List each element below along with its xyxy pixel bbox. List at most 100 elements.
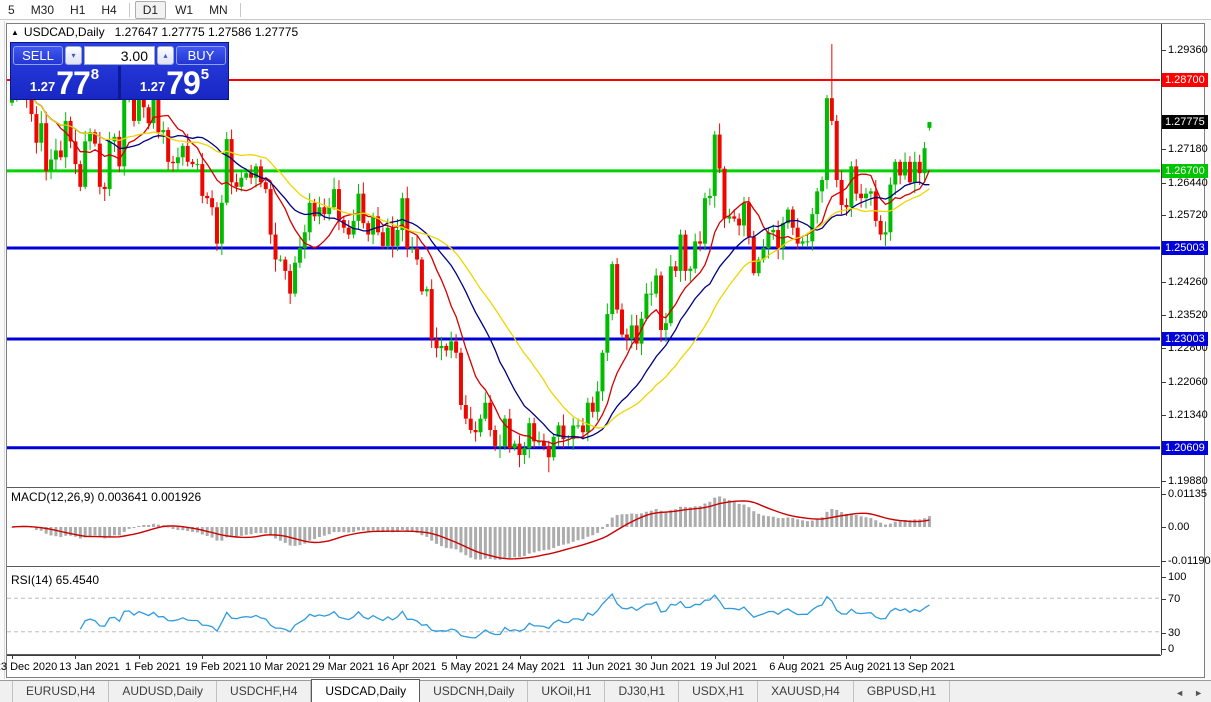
tab-dj30-h1[interactable]: DJ30,H1: [605, 681, 680, 702]
candle-body: [922, 148, 927, 174]
candle-body: [620, 309, 624, 335]
macd-hist-bar: [737, 503, 741, 527]
date-axis-tick: [587, 656, 589, 659]
macd-hist-bar: [352, 527, 356, 533]
macd-hist-bar: [469, 527, 473, 558]
tab-ukoil-h1[interactable]: UKOil,H1: [528, 681, 606, 702]
timeframe-button-d1[interactable]: D1: [134, 0, 167, 19]
candle-body: [224, 139, 229, 203]
price-axis-tick: [1162, 480, 1166, 482]
macd-axis-tick: [1162, 527, 1166, 528]
ma-line-10: [11, 86, 930, 445]
candle-body: [161, 130, 166, 133]
timeframe-button-w1[interactable]: W1: [168, 2, 200, 18]
tab-xauusd-h4[interactable]: XAUUSD,H4: [758, 681, 854, 702]
date-axis-label: 19 Jul 2021: [700, 661, 758, 673]
tab-eurusd-h4[interactable]: EURUSD,H4: [12, 681, 110, 702]
toolbar-separator: [128, 2, 130, 17]
candle-body: [239, 177, 244, 187]
timeframe-button-mn[interactable]: MN: [202, 2, 235, 18]
price-chart-canvas[interactable]: [7, 40, 1160, 483]
macd-hist-bar: [786, 517, 790, 527]
candle-body: [410, 248, 415, 250]
macd-hist-bar: [835, 509, 839, 527]
macd-pane: MACD(12,26,9) 0.003641 0.001926: [7, 487, 1160, 567]
mt4-terminal: 5 M30 H1 H4 D1 W1 MN ▲ USDCAD,Daily 1.27647 1.…: [0, 0, 1211, 702]
candle-body: [668, 266, 673, 324]
macd-hist-bar: [752, 511, 756, 527]
macd-hist-bar: [474, 527, 478, 560]
candle-body: [585, 402, 590, 433]
tab-scroll-left-icon[interactable]: ◄: [1175, 688, 1184, 698]
price-axis-tick-label: 1.27180: [1168, 143, 1208, 156]
macd-hist-bar: [805, 521, 809, 527]
candle-body: [903, 161, 908, 176]
candle-body: [468, 418, 473, 430]
price-axis[interactable]: 1.29360 1.27180 1.26440 1.25720 1.24260 1.235…: [1161, 24, 1211, 655]
rsi-canvas[interactable]: [7, 571, 1160, 653]
sell-price[interactable]: 1.27 77 8: [11, 66, 118, 99]
volume-increase-button[interactable]: ▴: [157, 46, 174, 65]
date-axis-label: 13 Sep 2021: [892, 661, 956, 673]
candle-body: [102, 186, 107, 190]
candle-body: [371, 216, 376, 235]
candle-body: [888, 184, 893, 233]
candle-body: [483, 402, 488, 419]
volume-input[interactable]: 3.00: [84, 46, 155, 65]
timeframe-button-h4[interactable]: H4: [94, 2, 123, 18]
macd-hist-bar: [313, 527, 317, 539]
candle-body: [546, 445, 551, 458]
candle-body: [302, 232, 307, 249]
candle-body: [419, 259, 424, 292]
buy-price[interactable]: 1.27 79 5: [121, 66, 228, 99]
candle-body: [258, 166, 263, 183]
tab-usdx-h1[interactable]: USDX,H1: [679, 681, 759, 702]
macd-axis-tick-label: -0.011904: [1168, 555, 1211, 567]
macd-hist-bar: [913, 519, 917, 527]
tab-usdcnh-daily[interactable]: USDCNH,Daily: [420, 681, 529, 702]
macd-hist-bar: [532, 527, 536, 553]
candle-body: [34, 114, 39, 143]
tab-audusd-daily[interactable]: AUDUSD,Daily: [109, 681, 218, 702]
candle-body: [117, 136, 122, 167]
macd-hist-bar: [342, 527, 346, 533]
macd-hist-bar: [308, 527, 312, 541]
tab-scroll-right-icon[interactable]: ►: [1194, 688, 1203, 698]
macd-axis-tick-label: 0.00: [1168, 521, 1190, 533]
tab-gbpusd-h1[interactable]: GBPUSD,H1: [854, 681, 951, 702]
tab-usdchf-h4[interactable]: USDCHF,H4: [217, 681, 312, 702]
tab-usdcad-daily[interactable]: USDCAD,Daily: [311, 679, 421, 702]
macd-hist-bar: [747, 507, 751, 527]
macd-hist-bar: [854, 515, 858, 527]
rsi-axis-tick: [1162, 599, 1166, 601]
buy-button[interactable]: BUY: [176, 46, 226, 65]
date-axis-tick: [265, 656, 267, 659]
candle-body: [278, 259, 283, 261]
macd-hist-bar: [893, 521, 897, 527]
candle-body: [873, 191, 878, 221]
collapse-icon[interactable]: ▲: [11, 28, 19, 37]
macd-hist-bar: [766, 516, 770, 527]
macd-hist-bar: [796, 519, 800, 527]
candle-body: [595, 391, 600, 412]
sell-price-big: 77: [56, 65, 91, 101]
macd-hist-bar: [166, 527, 170, 528]
candle-body: [190, 161, 195, 165]
macd-hist-bar: [230, 527, 234, 537]
date-axis-label: 29 Mar 2021: [312, 661, 375, 673]
candle-body: [361, 193, 366, 224]
volume-decrease-button[interactable]: ▾: [65, 46, 82, 65]
sell-button[interactable]: SELL: [13, 46, 63, 65]
timeframe-button-5[interactable]: 5: [1, 2, 22, 18]
candle-body: [859, 193, 864, 199]
date-axis[interactable]: 23 Dec 2020 13 Jan 2021 1 Feb 2021 19 Feb 2…: [0, 655, 1161, 677]
candle-body: [156, 98, 161, 133]
timeframe-button-m30[interactable]: M30: [24, 2, 61, 18]
date-axis-label: 23 Dec 2020: [0, 661, 58, 673]
timeframe-button-h1[interactable]: H1: [63, 2, 92, 18]
candle-body: [868, 191, 873, 194]
candle-body: [551, 436, 556, 458]
candle-body: [844, 205, 849, 208]
price-axis-tick-label: 1.25720: [1168, 209, 1208, 222]
macd-hist-bar: [298, 527, 302, 546]
